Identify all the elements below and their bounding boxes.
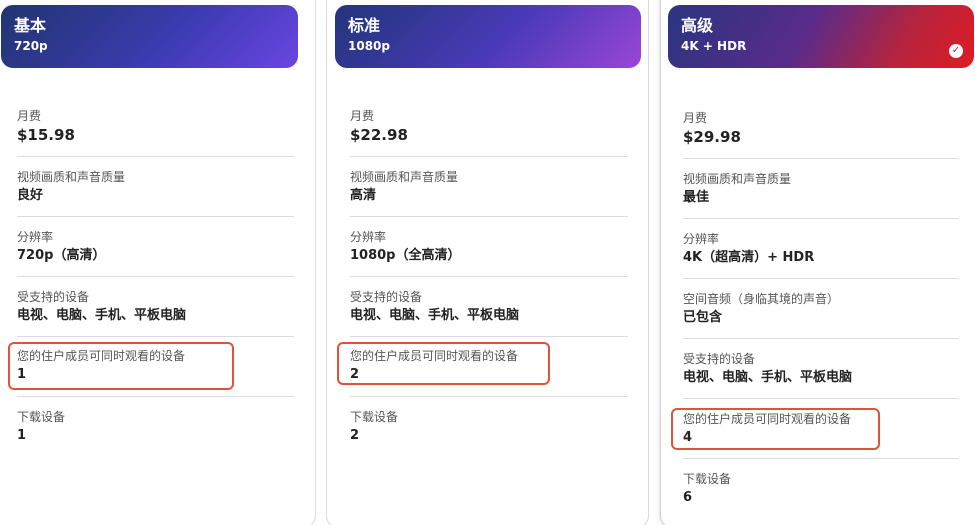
- row-label: 受支持的设备: [17, 290, 90, 304]
- row-label: 视频画质和声音质量: [17, 170, 126, 184]
- row-label: 分辨率: [350, 230, 387, 244]
- row-label: 下载设备: [17, 410, 66, 424]
- quality-row: 视频画质和声音质量 最佳: [683, 171, 959, 207]
- row-divider: [683, 398, 959, 399]
- row-value: 6: [683, 490, 693, 505]
- plan-name: 标准: [348, 16, 381, 35]
- row-value: $29.98: [683, 128, 741, 146]
- plan-card-basic[interactable]: 基本 720p 月费 $15.98 视频画质和声音质量 良好 分辨率 720p（…: [0, 0, 316, 525]
- plan-resolution: 4K + HDR: [681, 39, 747, 53]
- monthly-price-row: 月费 $15.98: [17, 108, 294, 144]
- monthly-price-row: 月费 $29.98: [683, 110, 959, 146]
- resolution-row: 分辨率 1080p（全高清）: [350, 229, 628, 265]
- row-divider: [683, 338, 959, 339]
- row-divider: [350, 396, 628, 397]
- resolution-row: 分辨率 720p（高清）: [17, 229, 294, 265]
- row-label: 下载设备: [683, 472, 732, 486]
- plan-card-premium[interactable]: 高级 4K + HDR ✓ 月费 $29.98 视频画质和声音质量 最佳 分辨率…: [660, 0, 975, 525]
- download-devices-row: 下载设备 1: [17, 409, 294, 445]
- spatial-audio-row: 空间音频（身临其境的声音） 已包含: [683, 291, 959, 327]
- row-label: 视频画质和声音质量: [683, 172, 792, 186]
- row-label: 下载设备: [350, 410, 399, 424]
- row-value: 4K（超高清）+ HDR: [683, 250, 815, 265]
- row-divider: [17, 216, 294, 217]
- row-divider: [17, 396, 294, 397]
- highlight-box: [671, 408, 880, 450]
- row-label: 分辨率: [17, 230, 54, 244]
- devices-row: 受支持的设备 电视、电脑、手机、平板电脑: [350, 289, 628, 325]
- plan-card-standard[interactable]: 标准 1080p 月费 $22.98 视频画质和声音质量 高清 分辨率 1080…: [326, 0, 649, 525]
- row-divider: [683, 218, 959, 219]
- row-value: 1080p（全高清）: [350, 248, 461, 263]
- row-value: 1: [17, 428, 27, 443]
- row-divider: [350, 336, 628, 337]
- highlight-box: [8, 342, 234, 390]
- row-value: 电视、电脑、手机、平板电脑: [683, 370, 853, 385]
- plan-header-premium[interactable]: 高级 4K + HDR ✓: [668, 5, 974, 68]
- download-devices-row: 下载设备 2: [350, 409, 628, 445]
- row-divider: [17, 156, 294, 157]
- plan-header-basic[interactable]: 基本 720p: [1, 5, 298, 68]
- checkmark-icon: ✓: [949, 44, 963, 58]
- monthly-price-row: 月费 $22.98: [350, 108, 628, 144]
- row-value: 电视、电脑、手机、平板电脑: [17, 308, 187, 323]
- plan-name: 高级: [681, 16, 714, 35]
- row-value: $22.98: [350, 126, 408, 144]
- row-label: 视频画质和声音质量: [350, 170, 459, 184]
- row-divider: [350, 276, 628, 277]
- row-value: 良好: [17, 188, 44, 203]
- plan-comparison: 基本 720p 月费 $15.98 视频画质和声音质量 良好 分辨率 720p（…: [0, 0, 975, 525]
- row-label: 空间音频（身临其境的声音）: [683, 292, 840, 306]
- row-divider: [683, 158, 959, 159]
- row-value: 电视、电脑、手机、平板电脑: [350, 308, 520, 323]
- quality-row: 视频画质和声音质量 高清: [350, 169, 628, 205]
- row-divider: [350, 156, 628, 157]
- row-label: 月费: [350, 109, 375, 123]
- row-label: 受支持的设备: [683, 352, 756, 366]
- devices-row: 受支持的设备 电视、电脑、手机、平板电脑: [683, 351, 959, 387]
- row-label: 受支持的设备: [350, 290, 423, 304]
- row-value: 最佳: [683, 190, 710, 205]
- quality-row: 视频画质和声音质量 良好: [17, 169, 294, 205]
- row-value: 2: [350, 428, 360, 443]
- row-value: 高清: [350, 188, 377, 203]
- row-label: 月费: [17, 109, 42, 123]
- devices-row: 受支持的设备 电视、电脑、手机、平板电脑: [17, 289, 294, 325]
- highlight-box: [337, 342, 550, 385]
- row-divider: [350, 216, 628, 217]
- plan-name: 基本: [14, 16, 47, 35]
- row-value: 已包含: [683, 310, 723, 325]
- row-divider: [683, 458, 959, 459]
- plan-header-standard[interactable]: 标准 1080p: [335, 5, 641, 68]
- row-label: 月费: [683, 111, 708, 125]
- row-label: 分辨率: [683, 232, 720, 246]
- row-value: 720p（高清）: [17, 248, 106, 263]
- download-devices-row: 下载设备 6: [683, 471, 959, 507]
- resolution-row: 分辨率 4K（超高清）+ HDR: [683, 231, 959, 267]
- plan-resolution: 720p: [14, 39, 48, 53]
- plan-resolution: 1080p: [348, 39, 390, 53]
- row-value: $15.98: [17, 126, 75, 144]
- row-divider: [17, 336, 294, 337]
- row-divider: [17, 276, 294, 277]
- row-divider: [683, 278, 959, 279]
